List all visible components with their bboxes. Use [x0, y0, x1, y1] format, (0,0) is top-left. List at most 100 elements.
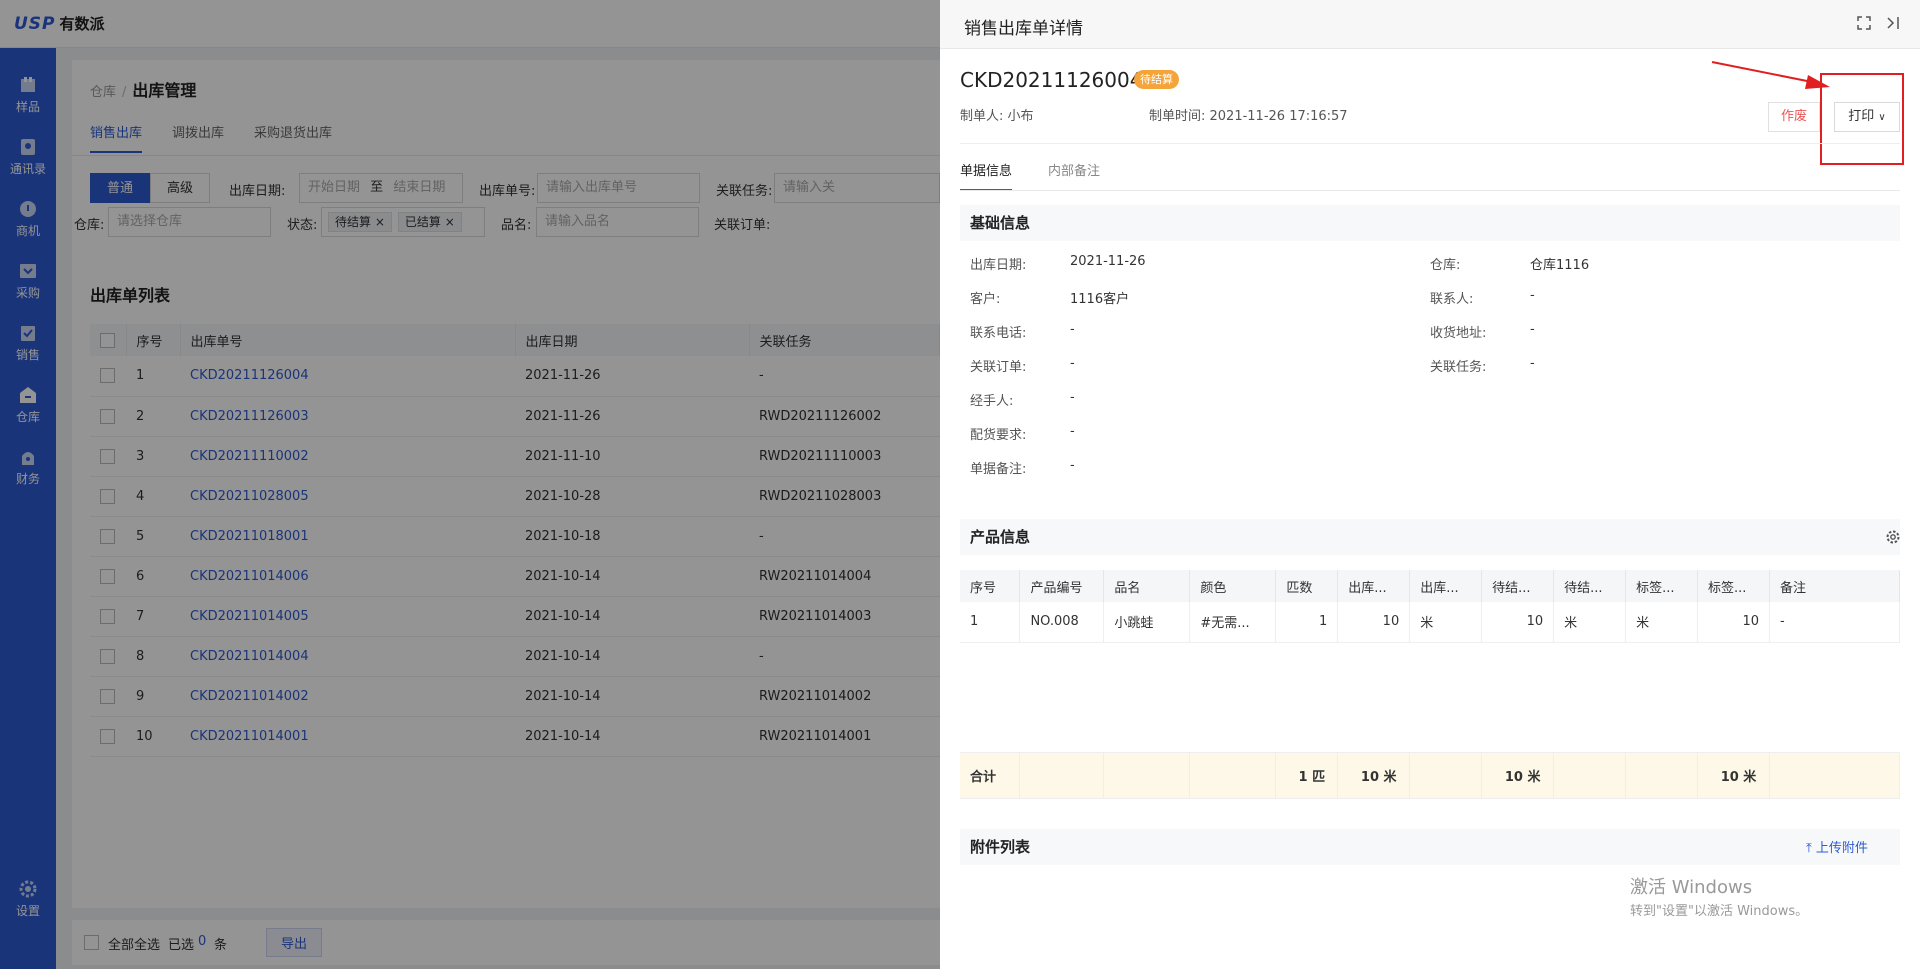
void-button[interactable]: 作废: [1768, 102, 1820, 132]
table-row: 1 NO.008 小跳蛙 #无需... 1 10 米 10 米米 10-: [960, 602, 1901, 643]
product-col-header: 颜色: [1189, 570, 1277, 602]
basic-info-heading: 基础信息: [960, 205, 1900, 241]
created-time-text: 制单时间: 2021-11-26 17:16:57: [1149, 109, 1348, 124]
sum-cell: [1409, 752, 1483, 799]
info-value: -: [1070, 322, 1075, 337]
attachment-heading: 附件列表: [960, 829, 1900, 865]
product-col-header: 出库...: [1409, 570, 1483, 602]
info-value: -: [1530, 356, 1535, 371]
info-label: 关联任务:: [1430, 360, 1487, 375]
product-cell: 1: [960, 602, 1021, 643]
info-value: 1116客户: [1070, 292, 1130, 307]
info-field: 单据备注: -: [970, 458, 1075, 477]
info-value: 2021-11-26: [1070, 254, 1146, 269]
info-label: 单据备注:: [970, 462, 1027, 477]
info-field: 配货要求: -: [970, 424, 1075, 443]
sum-row: 合计 1 匹 10 米 10 米 10 米: [960, 752, 1901, 799]
product-cell: 10: [1337, 602, 1411, 643]
sum-cell: 10 米: [1697, 752, 1770, 799]
product-col-header: 备注: [1769, 570, 1901, 602]
info-field: 仓库: 仓库1116: [1430, 254, 1589, 273]
status-badge: 待结算: [1134, 70, 1179, 89]
tab-document-info[interactable]: 单据信息: [960, 160, 1013, 191]
product-cell: 米: [1409, 602, 1483, 643]
upload-label: 上传附件: [1815, 841, 1868, 856]
sum-cell: 10 米: [1481, 752, 1555, 799]
info-field: 经手人: -: [970, 390, 1075, 409]
info-label: 联系人:: [1430, 292, 1474, 307]
sum-cell: [1769, 752, 1901, 799]
product-table: 序号 产品编号 品名 颜色 匹数 出库... 出库... 待结... 待结... 标签... 标签.…: [960, 570, 1901, 799]
fullscreen-icon[interactable]: [1856, 15, 1872, 31]
product-cell: 1: [1275, 602, 1339, 643]
info-label: 配货要求:: [970, 428, 1027, 443]
info-field: 联系电话: -: [970, 322, 1075, 341]
sum-cell: [1103, 752, 1191, 799]
sum-cell: [1189, 752, 1277, 799]
info-value: -: [1530, 322, 1535, 337]
product-cell: -: [1769, 602, 1901, 643]
empty-row: [960, 642, 1900, 753]
product-cell: 10: [1697, 602, 1770, 643]
gear-icon[interactable]: [1885, 529, 1901, 545]
info-label: 出库日期:: [970, 258, 1027, 273]
product-cell: 小跳蛙: [1103, 602, 1191, 643]
info-label: 经手人:: [970, 394, 1014, 409]
product-col-header: 出库...: [1337, 570, 1411, 602]
info-value: -: [1070, 424, 1075, 439]
sum-cell: 1 匹: [1275, 752, 1339, 799]
tab-internal-notes[interactable]: 内部备注: [1048, 160, 1100, 189]
info-field: 客户: 1116客户: [970, 288, 1129, 307]
sum-cell: [1553, 752, 1627, 799]
creator-text: 制单人: 小布: [960, 109, 1034, 124]
upload-attachment-button[interactable]: ⤒ 上传附件: [1806, 837, 1868, 856]
product-col-header: 品名: [1103, 570, 1191, 602]
product-cell: 米: [1625, 602, 1699, 643]
info-label: 联系电话:: [970, 326, 1027, 341]
detail-drawer: 销售出库单详情 CKD20211126004 待结算 制单人: 小布 制单时间:…: [940, 0, 1920, 969]
info-value: -: [1070, 458, 1075, 473]
close-drawer-icon[interactable]: [1885, 15, 1901, 31]
divider: [960, 190, 1900, 191]
red-arrow-annotation: [1711, 61, 1830, 89]
upload-icon: ⤒: [1806, 841, 1812, 856]
sum-cell: [1625, 752, 1699, 799]
info-value: -: [1070, 356, 1075, 371]
windows-watermark-title: 激活 Windows: [1630, 877, 1753, 898]
info-value: 仓库1116: [1530, 258, 1590, 273]
modal-overlay[interactable]: [0, 0, 940, 969]
info-label: 客户:: [970, 292, 1001, 307]
document-number: CKD20211126004: [960, 68, 1143, 92]
product-cell: 米: [1553, 602, 1627, 643]
info-label: 仓库:: [1430, 258, 1461, 273]
product-cell: 10: [1481, 602, 1555, 643]
divider: [960, 143, 1900, 144]
product-col-header: 匹数: [1275, 570, 1339, 602]
info-field: 关联任务: -: [1430, 356, 1535, 375]
sum-cell: [1019, 752, 1105, 799]
info-field: 出库日期: 2021-11-26: [970, 254, 1146, 273]
info-value: -: [1070, 390, 1075, 405]
product-col-header: 待结...: [1553, 570, 1627, 602]
sum-cell: 10 米: [1337, 752, 1411, 799]
product-col-header: 标签...: [1625, 570, 1699, 602]
drawer-title: 销售出库单详情: [964, 19, 1083, 39]
product-col-header: 标签...: [1697, 570, 1770, 602]
red-highlight-box: [1820, 73, 1904, 165]
drawer-header: 销售出库单详情: [940, 0, 1920, 49]
info-field: 联系人: -: [1430, 288, 1535, 307]
product-col-header: 序号: [960, 570, 1021, 602]
product-cell: NO.008: [1019, 602, 1105, 643]
info-label: 关联订单:: [970, 360, 1027, 375]
info-field: 关联订单: -: [970, 356, 1075, 375]
empty-cell: [960, 642, 1900, 753]
product-col-header: 待结...: [1481, 570, 1555, 602]
product-col-header: 产品编号: [1019, 570, 1105, 602]
product-cell: #无需...: [1189, 602, 1277, 643]
product-info-heading: 产品信息: [960, 519, 1900, 555]
info-value: -: [1530, 288, 1535, 303]
windows-watermark-subtitle: 转到"设置"以激活 Windows。: [1630, 904, 1809, 919]
sum-cell: 合计: [960, 752, 1021, 799]
info-field: 收货地址: -: [1430, 322, 1535, 341]
product-table-header: 序号 产品编号 品名 颜色 匹数 出库... 出库... 待结... 待结... 标签... 标签.…: [960, 570, 1901, 602]
